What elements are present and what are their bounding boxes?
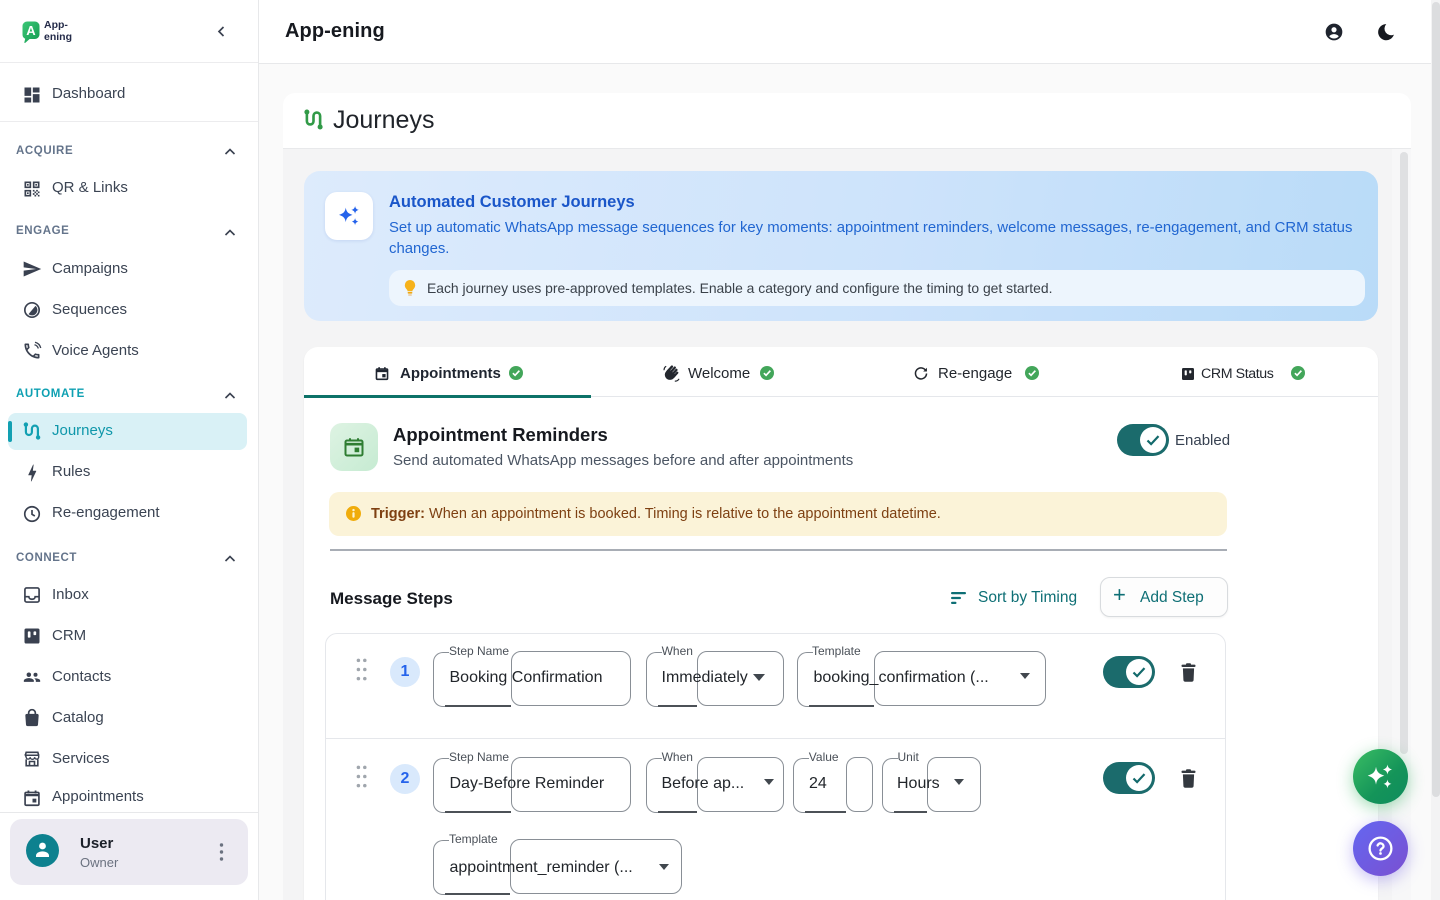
svg-text:A: A <box>26 23 36 38</box>
